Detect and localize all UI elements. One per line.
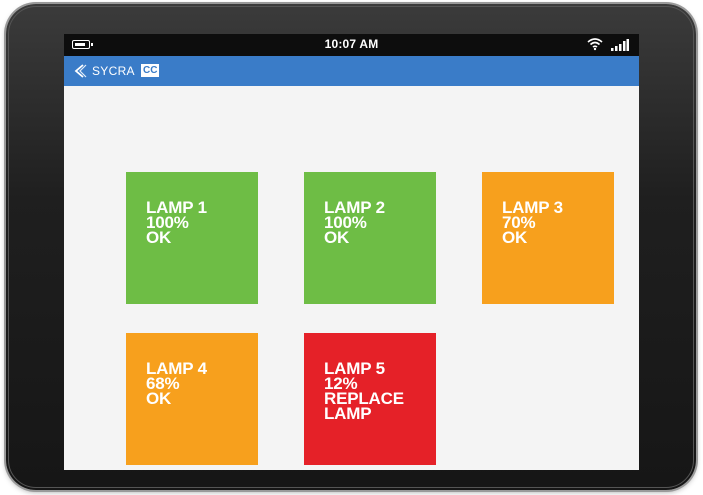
lamp-status: OK: [502, 228, 528, 247]
brand-badge: CC: [141, 64, 160, 77]
lamp-tile-5[interactable]: LAMP 5 12% REPLACE LAMP: [304, 333, 436, 465]
lamp-status-line2: LAMP: [324, 404, 372, 423]
lamp-tile-2[interactable]: LAMP 2 100% OK: [304, 172, 436, 304]
lamp-status: OK: [146, 389, 172, 408]
tablet-frame: 10:07 AM SYCRA CC LAMP 1 100% OK LAMP 2 …: [6, 4, 696, 490]
lamp-status: OK: [146, 228, 172, 247]
status-time: 10:07 AM: [324, 37, 379, 51]
lamp-tile-3[interactable]: LAMP 3 70% OK: [482, 172, 614, 304]
lamp-tile-4[interactable]: LAMP 4 68% OK: [126, 333, 258, 465]
tablet-screen: 10:07 AM SYCRA CC LAMP 1 100% OK LAMP 2 …: [64, 34, 639, 470]
lamp-dashboard: LAMP 1 100% OK LAMP 2 100% OK LAMP 3 70%…: [64, 86, 639, 470]
signal-icon: [611, 39, 629, 51]
lamp-status: OK: [324, 228, 350, 247]
back-icon[interactable]: [74, 64, 92, 78]
status-bar: 10:07 AM: [64, 34, 639, 56]
lamp-tile-1[interactable]: LAMP 1 100% OK: [126, 172, 258, 304]
wifi-icon: [587, 38, 603, 51]
app-bar: SYCRA CC: [64, 56, 639, 86]
brand-logo-text: SYCRA: [92, 64, 135, 78]
